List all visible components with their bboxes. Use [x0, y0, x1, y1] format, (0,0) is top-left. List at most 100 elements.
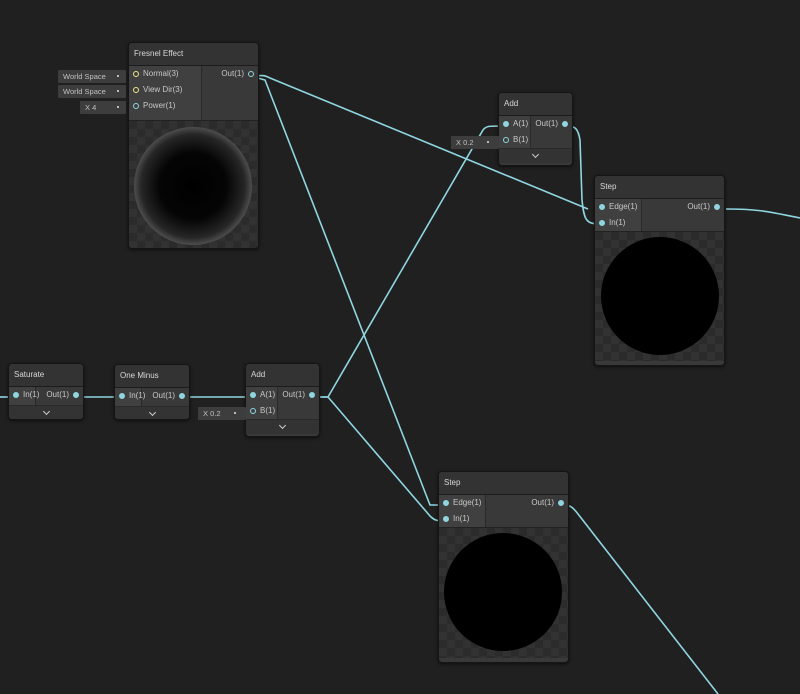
port-dot-icon[interactable] [73, 392, 79, 398]
field-handle-icon [487, 141, 489, 143]
node-title: Step [439, 472, 568, 495]
node-title: Fresnel Effect [129, 43, 258, 66]
add-top-b-value-field[interactable]: X 0.2 [451, 136, 499, 149]
node-title: One Minus [115, 365, 189, 388]
chevron-down-icon [278, 421, 287, 430]
port-a[interactable]: A(1) [246, 387, 277, 403]
port-out[interactable]: Out(1) [531, 116, 572, 132]
add-node-top[interactable]: Add A(1) B(1) Out(1) [498, 92, 573, 166]
field-value: X 0.2 [203, 409, 221, 418]
fresnel-preview-sphere [134, 127, 252, 245]
port-dot-icon[interactable] [309, 392, 315, 398]
step-node-top[interactable]: Step Edge(1) In(1) Out(1) [594, 175, 725, 366]
node-preview [439, 527, 568, 658]
port-dot-icon[interactable] [133, 71, 139, 77]
port-out[interactable]: Out(1) [278, 387, 319, 403]
port-label: Out(1) [531, 498, 554, 507]
expand-toggle[interactable] [115, 406, 189, 419]
port-label: Edge(1) [453, 498, 482, 507]
field-handle-icon [234, 412, 236, 414]
port-dot-icon[interactable] [599, 204, 605, 210]
port-dot-icon[interactable] [119, 393, 125, 399]
port-out[interactable]: Out(1) [36, 387, 83, 403]
port-dot-icon[interactable] [133, 87, 139, 93]
port-label: View Dir(3) [143, 85, 183, 94]
field-handle-icon [117, 90, 119, 92]
port-dot-icon[interactable] [443, 500, 449, 506]
port-label: Out(1) [282, 390, 305, 399]
port-in[interactable]: In(1) [439, 511, 485, 527]
saturate-node[interactable]: Saturate In(1) Out(1) [8, 363, 84, 420]
port-dot-icon[interactable] [13, 392, 19, 398]
port-b[interactable]: B(1) [246, 403, 277, 419]
port-label: Normal(3) [143, 69, 179, 78]
port-label: A(1) [260, 390, 276, 399]
port-dot-icon[interactable] [714, 204, 720, 210]
power-value-field[interactable]: X 4 [80, 101, 126, 114]
port-dot-icon[interactable] [599, 220, 605, 226]
port-label: Edge(1) [609, 202, 638, 211]
port-out[interactable]: Out(1) [202, 66, 258, 82]
port-dot-icon[interactable] [179, 393, 185, 399]
port-out[interactable]: Out(1) [642, 199, 724, 215]
node-preview [595, 231, 724, 361]
port-normal[interactable]: Normal(3) [129, 66, 201, 82]
port-label: Power(1) [143, 101, 176, 110]
chevron-down-icon [531, 150, 540, 159]
port-in[interactable]: In(1) [9, 387, 39, 403]
port-edge[interactable]: Edge(1) [595, 199, 641, 215]
port-label: Out(1) [221, 69, 244, 78]
port-dot-icon[interactable] [133, 103, 139, 109]
port-dot-icon[interactable] [562, 121, 568, 127]
chevron-down-icon [42, 407, 50, 416]
port-out[interactable]: Out(1) [142, 388, 189, 404]
node-title: Add [246, 364, 319, 387]
port-dot-icon[interactable] [250, 392, 256, 398]
wire-step-bottom-out [559, 504, 719, 694]
port-label: A(1) [513, 119, 529, 128]
expand-toggle[interactable] [499, 148, 572, 163]
port-label: In(1) [609, 218, 626, 227]
port-label: B(1) [260, 406, 276, 415]
port-label: Out(1) [687, 202, 710, 211]
wire-add-mid-to-add-top-a [312, 125, 503, 398]
step-node-bottom[interactable]: Step Edge(1) In(1) Out(1) [438, 471, 569, 663]
field-handle-icon [117, 106, 119, 108]
port-a[interactable]: A(1) [499, 116, 530, 132]
node-title: Step [595, 176, 724, 199]
field-value: World Space [63, 72, 106, 81]
fresnel-effect-node[interactable]: Fresnel Effect Normal(3) View Dir(3) Pow… [128, 42, 259, 249]
add-mid-b-value-field[interactable]: X 0.2 [198, 407, 246, 420]
normal-space-field[interactable]: World Space [58, 70, 126, 83]
chevron-down-icon [148, 408, 156, 417]
port-out[interactable]: Out(1) [486, 495, 568, 511]
field-value: X 0.2 [456, 138, 474, 147]
add-node-mid[interactable]: Add A(1) B(1) Out(1) [245, 363, 320, 437]
port-label: Out(1) [46, 390, 69, 399]
port-dot-icon[interactable] [250, 408, 256, 414]
field-handle-icon [117, 75, 119, 77]
wire-fresnel-to-step-bottom-edge [249, 75, 442, 506]
node-title: Add [499, 93, 572, 116]
port-b[interactable]: B(1) [499, 132, 530, 148]
field-value: World Space [63, 87, 106, 96]
port-in[interactable]: In(1) [115, 388, 145, 404]
view-dir-space-field[interactable]: World Space [58, 85, 126, 98]
one-minus-node[interactable]: One Minus In(1) Out(1) [114, 364, 190, 420]
step-preview-sphere [444, 533, 562, 651]
expand-toggle[interactable] [9, 405, 83, 419]
port-dot-icon[interactable] [503, 137, 509, 143]
port-power[interactable]: Power(1) [129, 98, 201, 114]
port-label: Out(1) [152, 391, 175, 400]
port-dot-icon[interactable] [248, 71, 254, 77]
step-preview-sphere [601, 237, 719, 355]
port-view-dir[interactable]: View Dir(3) [129, 82, 201, 98]
port-edge[interactable]: Edge(1) [439, 495, 485, 511]
port-dot-icon[interactable] [503, 121, 509, 127]
port-label: B(1) [513, 135, 529, 144]
port-in[interactable]: In(1) [595, 215, 641, 231]
port-dot-icon[interactable] [558, 500, 564, 506]
port-dot-icon[interactable] [443, 516, 449, 522]
port-label: Out(1) [535, 119, 558, 128]
expand-toggle[interactable] [246, 419, 319, 434]
